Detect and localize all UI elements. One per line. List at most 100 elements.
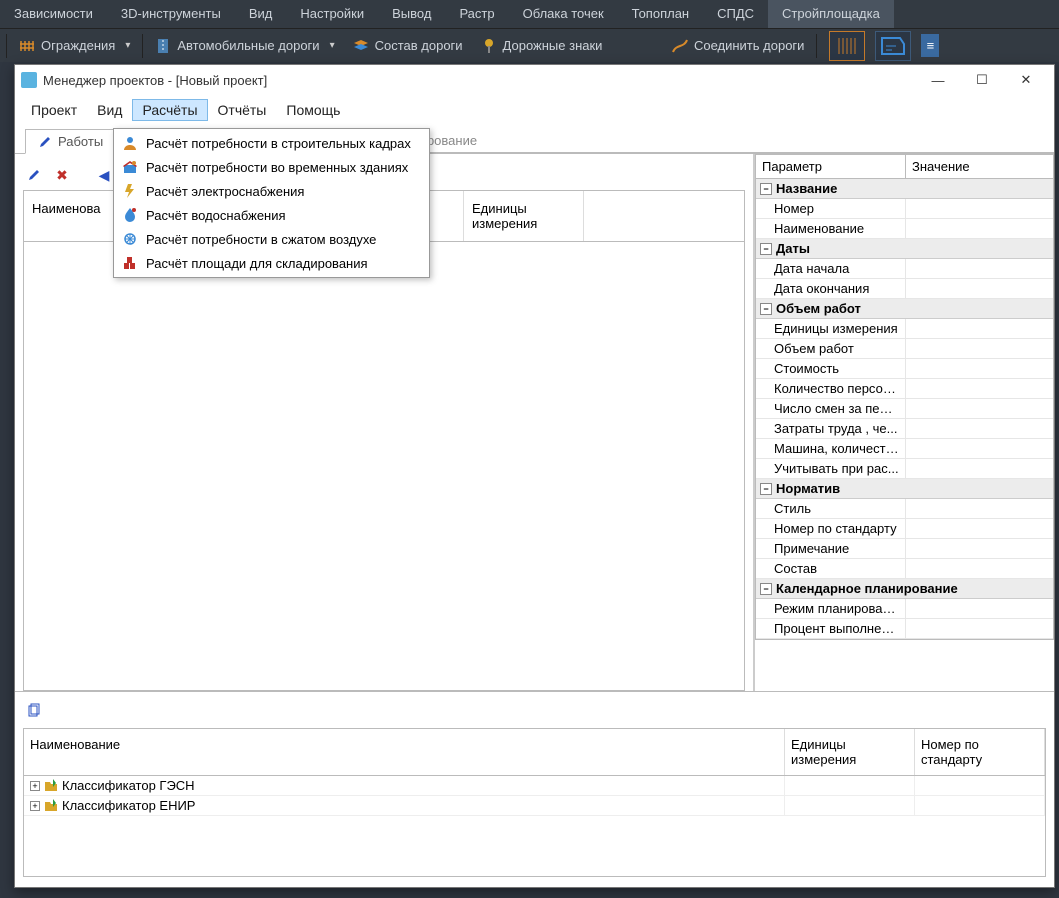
prop-group[interactable]: −Название <box>756 179 1053 199</box>
calc-water[interactable]: Расчёт водоснабжения <box>114 203 429 227</box>
ribbon-largebtn-2[interactable] <box>875 31 911 61</box>
collapse-icon[interactable]: − <box>760 183 772 195</box>
maximize-button[interactable]: ☐ <box>960 66 1004 94</box>
menu-topoplan[interactable]: Топоплан <box>618 0 703 28</box>
ribbon-fences[interactable]: Ограждения <box>11 34 138 58</box>
propcol-parameter[interactable]: Параметр <box>756 155 906 178</box>
classifier-row-label: Классификатор ГЭСН <box>62 778 195 793</box>
prop-value[interactable] <box>906 539 1053 558</box>
prop-row[interactable]: Затраты труда , че... <box>756 419 1053 439</box>
prop-row[interactable]: Учитывать при рас... <box>756 459 1053 479</box>
menu-spds[interactable]: СПДС <box>703 0 768 28</box>
prop-row[interactable]: Число смен за пери... <box>756 399 1053 419</box>
prop-value[interactable] <box>906 219 1053 238</box>
edit-button[interactable] <box>23 164 45 186</box>
expand-icon[interactable]: + <box>30 781 40 791</box>
prop-row[interactable]: Дата окончания <box>756 279 1053 299</box>
prop-value[interactable] <box>906 499 1053 518</box>
ribbon-panel-toggle[interactable]: ≡ <box>921 34 939 57</box>
col-units[interactable]: Единицы измерения <box>464 191 584 241</box>
prop-value[interactable] <box>906 459 1053 478</box>
menu2-reports[interactable]: Отчёты <box>208 99 277 121</box>
tab-works[interactable]: Работы <box>25 129 116 154</box>
prop-value[interactable] <box>906 259 1053 278</box>
prop-name: Дата окончания <box>756 279 906 298</box>
close-button[interactable]: ✕ <box>1004 66 1048 94</box>
calc-construction-staff[interactable]: Расчёт потребности в строительных кадрах <box>114 131 429 155</box>
menu-pointclouds[interactable]: Облака точек <box>509 0 618 28</box>
menu2-help[interactable]: Помощь <box>276 99 350 121</box>
menu-settings[interactable]: Настройки <box>286 0 378 28</box>
menu-raster[interactable]: Растр <box>445 0 508 28</box>
ribbon-roads[interactable]: Автомобильные дороги <box>147 34 342 58</box>
calc-temp-buildings[interactable]: Расчёт потребности во временных зданиях <box>114 155 429 179</box>
menu-output[interactable]: Вывод <box>378 0 445 28</box>
prop-group[interactable]: −Норматив <box>756 479 1053 499</box>
prop-row[interactable]: Состав <box>756 559 1053 579</box>
prop-value[interactable] <box>906 279 1053 298</box>
calc-electricity[interactable]: Расчёт электроснабжения <box>114 179 429 203</box>
prop-row[interactable]: Примечание <box>756 539 1053 559</box>
prop-value[interactable] <box>906 319 1053 338</box>
bcol-units[interactable]: Единицы измерения <box>785 729 915 775</box>
prop-value[interactable] <box>906 339 1053 358</box>
prop-row[interactable]: Единицы измерения <box>756 319 1053 339</box>
prop-row[interactable]: Процент выполнения <box>756 619 1053 639</box>
collapse-icon[interactable]: − <box>760 243 772 255</box>
prop-row[interactable]: Номер <box>756 199 1053 219</box>
expand-icon[interactable]: + <box>30 801 40 811</box>
menu2-calculations[interactable]: Расчёты <box>132 99 207 121</box>
prop-value[interactable] <box>906 359 1053 378</box>
bcol-name[interactable]: Наименование <box>24 729 785 775</box>
prop-value[interactable] <box>906 399 1053 418</box>
prop-value[interactable] <box>906 379 1053 398</box>
collapse-icon[interactable]: − <box>760 483 772 495</box>
prop-row[interactable]: Стоимость <box>756 359 1053 379</box>
prop-row[interactable]: Номер по стандарту <box>756 519 1053 539</box>
ribbon-largebtn-1[interactable] <box>829 31 865 61</box>
menu-construction-site[interactable]: Стройплощадка <box>768 0 894 28</box>
properties-panel: Параметр Значение −НазваниеНомерНаименов… <box>754 154 1054 691</box>
prop-name: Номер по стандарту <box>756 519 906 538</box>
classifier-row[interactable]: + Классификатор ЕНИР <box>24 796 1045 816</box>
ribbon-connect-roads[interactable]: Соединить дороги <box>664 34 812 58</box>
menu-view[interactable]: Вид <box>235 0 287 28</box>
prop-row[interactable]: Наименование <box>756 219 1053 239</box>
copy-button[interactable] <box>23 700 45 722</box>
prop-group[interactable]: −Календарное планирование <box>756 579 1053 599</box>
prop-row[interactable]: Стиль <box>756 499 1053 519</box>
menu2-view[interactable]: Вид <box>87 99 132 121</box>
back-button[interactable]: ◀ <box>93 164 115 186</box>
prop-row[interactable]: Дата начала <box>756 259 1053 279</box>
prop-value[interactable] <box>906 519 1053 538</box>
prop-value[interactable] <box>906 419 1053 438</box>
propcol-value[interactable]: Значение <box>906 155 976 178</box>
collapse-icon[interactable]: − <box>760 583 772 595</box>
prop-value[interactable] <box>906 619 1053 638</box>
prop-value[interactable] <box>906 599 1053 618</box>
ribbon-road-composition[interactable]: Состав дороги <box>345 34 471 58</box>
collapse-icon[interactable]: − <box>760 303 772 315</box>
ribbon-road-signs-label: Дорожные знаки <box>503 38 603 53</box>
prop-row[interactable]: Количество персон... <box>756 379 1053 399</box>
prop-name: Процент выполнения <box>756 619 906 638</box>
calc-storage-area[interactable]: Расчёт площади для складирования <box>114 251 429 275</box>
ribbon-road-signs[interactable]: Дорожные знаки <box>473 34 611 58</box>
prop-value[interactable] <box>906 559 1053 578</box>
prop-value[interactable] <box>906 439 1053 458</box>
menu-dependencies[interactable]: Зависимости <box>0 0 107 28</box>
prop-row[interactable]: Машина, количеств... <box>756 439 1053 459</box>
prop-value[interactable] <box>906 199 1053 218</box>
minimize-button[interactable]: ― <box>916 66 960 94</box>
prop-group[interactable]: −Даты <box>756 239 1053 259</box>
delete-button[interactable]: ✖ <box>51 164 73 186</box>
prop-row[interactable]: Режим планирования <box>756 599 1053 619</box>
classifier-row[interactable]: + Классификатор ГЭСН <box>24 776 1045 796</box>
prop-row[interactable]: Объем работ <box>756 339 1053 359</box>
menu2-project[interactable]: Проект <box>21 99 87 121</box>
prop-group[interactable]: −Объем работ <box>756 299 1053 319</box>
bcol-standard[interactable]: Номер по стандарту <box>915 729 1045 775</box>
menu-3d-tools[interactable]: 3D-инструменты <box>107 0 235 28</box>
calculations-dropdown: Расчёт потребности в строительных кадрах… <box>113 128 430 278</box>
calc-compressed-air[interactable]: Расчёт потребности в сжатом воздухе <box>114 227 429 251</box>
